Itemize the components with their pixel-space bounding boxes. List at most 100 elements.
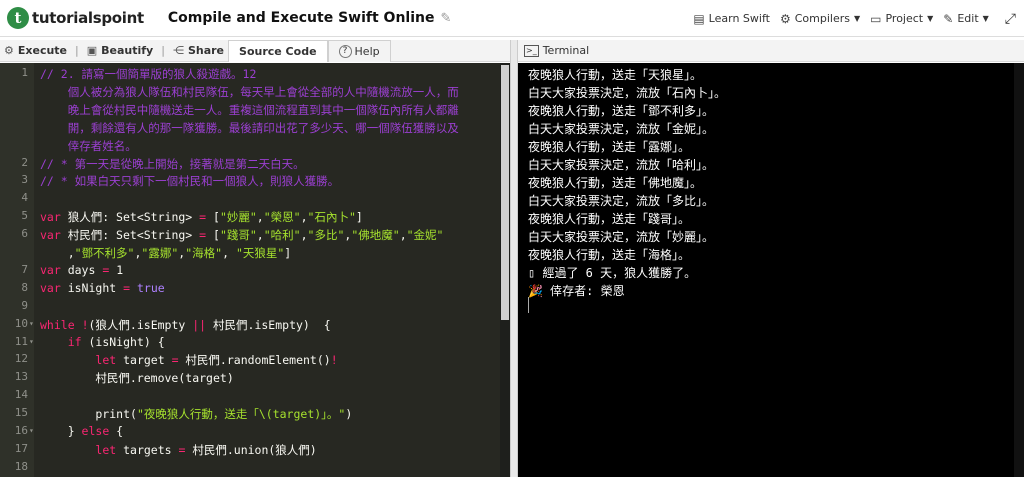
tab-source-code[interactable]: Source Code — [228, 39, 328, 62]
terminal-line: 夜晚狼人行動，送走「佛地魔」。 — [528, 176, 703, 190]
code-line: var 村民們: Set<String> = ["踐哥","哈利","多比","… — [40, 228, 444, 243]
logo-text: tutorialspoint — [32, 9, 144, 27]
fold-arrow-icon[interactable]: ▾ — [29, 337, 34, 346]
code-line: var days = 1 — [40, 262, 124, 277]
editor-toolbar: ⚙ Execute | ▣ Beautify | ⋲ Share Source … — [0, 39, 510, 62]
code-line: // * 如果白天只剩下一個村民和一個狼人，則狼人獲勝。 — [40, 174, 340, 189]
code-line: let targets = 村民們.union(狼人們) — [95, 442, 317, 457]
terminal-title: Terminal — [542, 44, 590, 57]
book-icon: ▤ — [693, 11, 705, 26]
terminal-output[interactable]: 夜晚狼人行動，送走「天狼星」。白天大家投票決定，流放「石內卜」。 夜晚狼人行動，送… — [518, 63, 1024, 477]
terminal-line: 夜晚狼人行動，送走「踐哥」。 — [528, 212, 691, 226]
terminal-line: 白天大家投票決定，流放「妙麗」。 — [528, 230, 715, 244]
line-number: 11 — [14, 334, 28, 348]
code-line: var isNight = true — [40, 280, 165, 295]
edit-menu[interactable]: ✎ Edit ▼ — [943, 12, 989, 26]
fold-arrow-icon[interactable]: ▾ — [29, 319, 34, 328]
learn-swift-link[interactable]: ▤ Learn Swift — [693, 12, 770, 26]
toolbar-separator: | — [75, 44, 79, 57]
line-number: 9 — [21, 298, 28, 312]
page-title: Compile and Execute Swift Online — [167, 10, 435, 26]
code-line: if (isNight) { — [67, 334, 165, 349]
line-number: 7 — [21, 262, 28, 276]
top-actions: ▤ Learn Swift ⚙ Compilers ▼ ▭ Project ▼ … — [683, 0, 1024, 37]
line-number: 18 — [14, 459, 28, 473]
beautify-button[interactable]: ▣ Beautify — [83, 44, 158, 57]
share-label: Share — [187, 44, 225, 57]
gear-icon: ⚙ — [779, 11, 791, 26]
execute-button[interactable]: ⚙ Execute — [0, 44, 71, 57]
line-number: 10 — [14, 316, 28, 330]
line-number: 6 — [21, 227, 28, 241]
code-line: 個人被分為狼人隊伍和村民隊伍，每天早上會從全部的人中隨機流放一人，而 — [40, 84, 459, 99]
code-line: let target = 村民們.randomElement()! — [95, 353, 338, 368]
code-line: ,"鄧不利多","露娜","海格", "天狼星"] — [40, 246, 292, 260]
code-line: 晚上會從村民中隨機送走一人。重複這個流程直到其中一個隊伍內所有人都離 — [40, 102, 459, 117]
share-icon: ⋲ — [172, 44, 184, 57]
edit-icon: ✎ — [943, 11, 954, 26]
code-editor[interactable]: 1 2 3 4 5 6 7 8 9 10 ▾ 11 ▾ 12 13 14 15 16 ▾ 17 18 // 2. 請寫一… — [0, 63, 510, 477]
edit-label: Edit — [957, 12, 979, 25]
code-line: 開，剩餘還有人的那一隊獲勝。最後請印出花了多少天、哪一個隊伍獲勝以及 — [40, 120, 459, 135]
toolbar-separator: | — [161, 44, 165, 57]
tab-help[interactable]: ? Help — [327, 39, 391, 62]
logo[interactable]: t tutorialspoint — [7, 7, 144, 29]
fold-arrow-icon[interactable]: ▾ — [29, 426, 34, 435]
code-line: print("夜晚狼人行動，送走「\(target)」。") — [40, 407, 353, 422]
editor-scrollbar[interactable] — [500, 63, 510, 477]
terminal-line: 夜晚狼人行動，送走「鄧不利多」。 — [528, 104, 715, 118]
cogs-icon: ⚙ — [4, 44, 14, 57]
question-icon: ? — [338, 44, 352, 58]
line-number: 3 — [21, 173, 28, 187]
terminal-line: 白天大家投票決定，流放「哈利」。 — [528, 158, 715, 172]
code-line: 村民們.remove(target) — [40, 371, 234, 386]
execute-label: Execute — [17, 44, 68, 57]
terminal-line: 🎉 倖存者: 榮恩 — [528, 284, 625, 298]
terminal-line: 白天大家投票決定，流放「多比」。 — [528, 194, 715, 208]
terminal-line: 夜晚狼人行動，送走「天狼星」。 — [528, 68, 703, 82]
compilers-menu[interactable]: ⚙ Compilers ▼ — [780, 12, 860, 26]
monitor-icon: ▣ — [86, 44, 98, 57]
terminal-line: ▯ 經過了 6 天，狼人獲勝了。 — [528, 266, 697, 280]
line-number: 17 — [14, 441, 28, 455]
expand-icon[interactable]: ⤢ — [1005, 11, 1016, 27]
terminal-line: 白天大家投票決定，流放「金妮」。 — [528, 122, 715, 136]
project-label: Project — [885, 12, 924, 25]
caret-down-icon: ▼ — [927, 14, 934, 23]
line-number: 2 — [21, 155, 28, 169]
terminal-line: 白天大家投票決定，流放「石內卜」。 — [528, 86, 727, 100]
line-number: 1 — [21, 66, 28, 79]
folder-icon: ▭ — [870, 11, 882, 26]
terminal-icon: >_ — [524, 44, 539, 57]
code-line: // 2. 請寫一個簡單版的狼人殺遊戲。12 — [40, 67, 257, 81]
line-number: 8 — [21, 280, 28, 294]
learn-swift-label: Learn Swift — [708, 12, 770, 25]
line-number: 4 — [21, 191, 28, 205]
code-line: var 狼人們: Set<String> = ["妙麗","榮恩","石內卜"] — [40, 210, 363, 225]
share-button[interactable]: ⋲ Share — [169, 44, 228, 57]
terminal-cursor — [528, 297, 529, 313]
editor-scroll-thumb[interactable] — [501, 65, 509, 320]
terminal-line: 夜晚狼人行動，送走「海格」。 — [528, 248, 691, 262]
code-line: 倖存者姓名。 — [40, 138, 137, 153]
caret-down-icon: ▼ — [853, 14, 861, 23]
logo-mark: t — [7, 7, 29, 29]
caret-down-icon: ▼ — [982, 14, 989, 23]
pane-divider[interactable] — [510, 40, 518, 477]
terminal-line: 夜晚狼人行動，送走「露娜」。 — [528, 140, 691, 154]
project-menu[interactable]: ▭ Project ▼ — [870, 12, 933, 26]
line-number: 15 — [14, 406, 28, 420]
code-line: } else { — [40, 424, 124, 438]
compilers-label: Compilers — [794, 12, 850, 25]
terminal-header: >_ Terminal — [518, 40, 1024, 62]
line-number: 12 — [14, 352, 28, 366]
line-number: 5 — [21, 209, 28, 223]
line-gutter: 1 2 3 4 5 6 7 8 9 10 ▾ 11 ▾ 12 13 14 15 16 ▾ 17 18 — [0, 63, 34, 477]
line-number: 13 — [14, 370, 28, 384]
code-line: // * 第一天是從晚上開始，接著就是第二天白天。 — [40, 156, 305, 171]
terminal-scrollbar[interactable] — [1014, 63, 1024, 477]
beautify-label: Beautify — [101, 44, 154, 57]
edit-title-icon[interactable]: ✎ — [441, 11, 452, 26]
top-header: t tutorialspoint Compile and Execute Swi… — [0, 0, 1024, 37]
line-number: 16 — [14, 424, 28, 437]
